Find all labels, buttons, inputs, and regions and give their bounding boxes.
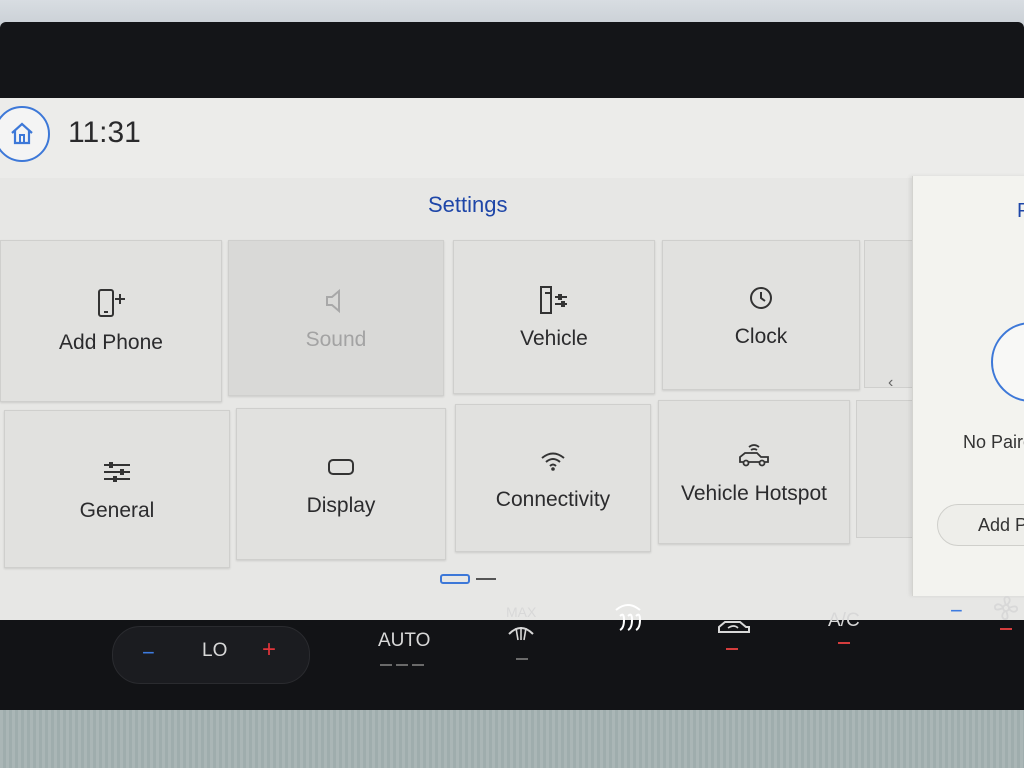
tile-add-phone[interactable]: Add Phone [0,240,222,402]
page-indicator[interactable] [440,574,496,584]
front-defrost-icon[interactable] [610,600,646,640]
home-icon [11,122,33,145]
tile-clock[interactable]: Clock [662,240,860,390]
status-bar: 11:31 [0,98,1024,178]
add-phone-button[interactable]: Add P [937,504,1024,546]
tile-display[interactable]: Display [236,408,446,560]
chevron-left-icon[interactable]: ‹ [888,374,893,392]
auto-button[interactable]: AUTO [378,630,430,652]
pairing-status: No Paire [963,432,1024,452]
temperature-value: LO [202,640,228,661]
infotainment-screen: 11:31 Settings Add Phone Sound Vehicle C… [0,98,1024,620]
panel-title: P [1017,200,1024,222]
vehicle-settings-icon [540,286,567,314]
page-dot-active[interactable] [440,574,470,584]
page-dot[interactable] [476,578,496,580]
tile-vehicle-hotspot[interactable]: Vehicle Hotspot [658,400,850,544]
tile-label: Display [306,494,376,517]
phone-icon [991,322,1024,402]
tile-label: Connectivity [495,488,611,511]
max-defrost-indicator [516,658,528,660]
tile-label: Add Phone [59,331,163,354]
climate-control-bar: − LO + AUTO MAX A/C − [0,596,1024,710]
add-phone-icon [98,289,125,317]
ac-button[interactable]: A/C [828,610,860,632]
tile-connectivity[interactable]: Connectivity [455,404,651,552]
ac-indicator [838,642,850,644]
tile-label: Vehicle Hotspot [681,482,827,505]
temp-down-button[interactable]: − [142,640,155,666]
display-icon [328,459,354,475]
speaker-icon [326,288,340,314]
auto-indicator [380,664,392,666]
sliders-icon [104,462,130,482]
tile-label: Sound [305,328,367,351]
tile-label: General [79,499,155,522]
tile-partial[interactable] [856,400,916,538]
tile-label: Vehicle [520,327,588,350]
recirculation-icon[interactable] [716,616,752,640]
tile-vehicle[interactable]: Vehicle [453,240,655,394]
tile-partial[interactable] [864,240,916,388]
dashboard-surface [0,708,1024,768]
max-defrost-label: MAX [506,604,537,620]
tile-sound[interactable]: Sound [228,240,444,396]
hotspot-icon [739,444,769,467]
fan-indicator [1000,628,1012,630]
auto-indicator [412,664,424,666]
wifi-icon [541,452,565,471]
temp-up-button[interactable]: + [262,636,276,664]
phone-side-panel: P No Paire Add P [912,176,1024,596]
max-defrost-icon[interactable] [506,620,536,644]
clock-icon [750,287,772,309]
tile-label: Clock [734,325,788,348]
clock-time: 11:31 [68,116,141,149]
fan-down-button[interactable]: − [950,598,963,624]
page-title: Settings [428,192,508,217]
fan-icon[interactable] [992,594,1020,622]
tile-general[interactable]: General [4,410,230,568]
home-button[interactable] [0,106,50,162]
auto-indicator [396,664,408,666]
recirculation-indicator [726,648,738,650]
